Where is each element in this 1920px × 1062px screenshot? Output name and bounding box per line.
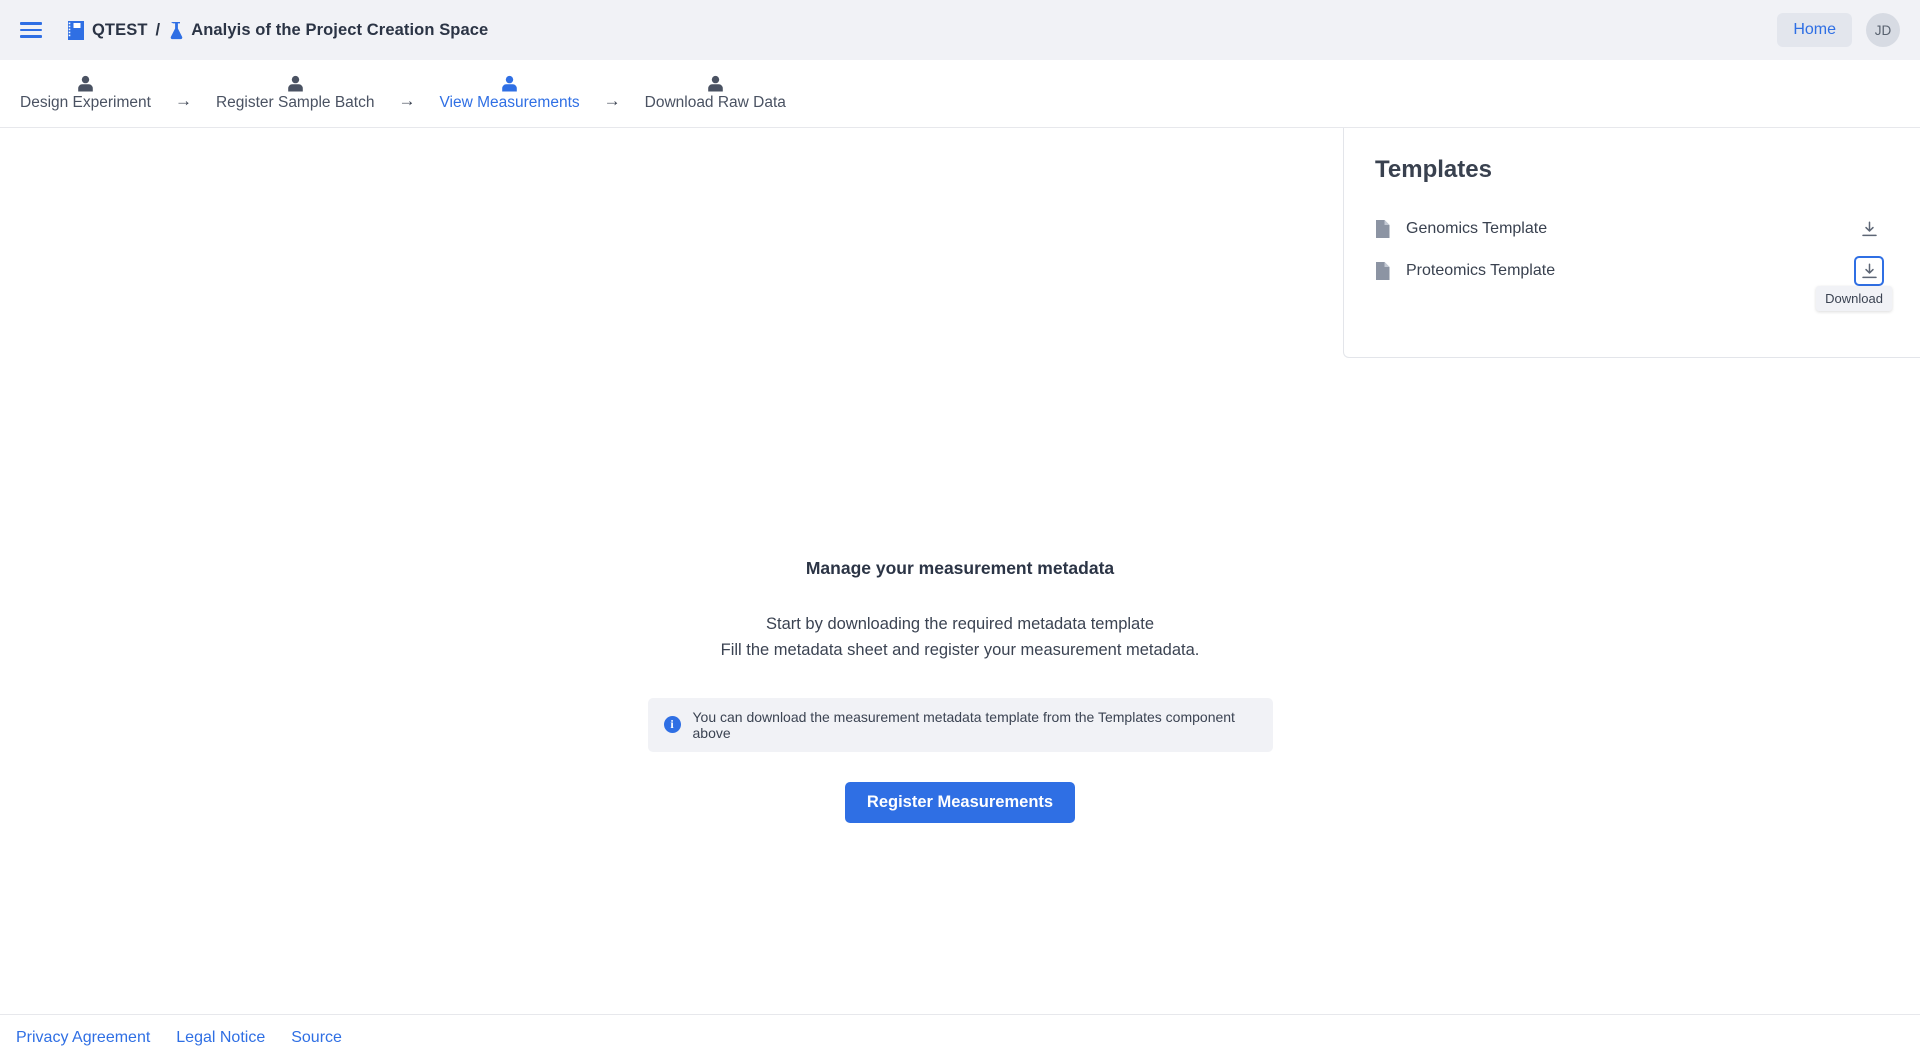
avatar[interactable]: JD xyxy=(1866,13,1900,47)
info-banner: i You can download the measurement metad… xyxy=(648,698,1273,752)
person-icon xyxy=(287,75,304,92)
step-label: Download Raw Data xyxy=(645,94,786,112)
hamburger-bar xyxy=(20,35,42,38)
download-icon[interactable] xyxy=(1854,214,1884,244)
template-row-proteomics: Proteomics Template Download xyxy=(1370,250,1894,292)
step-design-experiment[interactable]: Design Experiment xyxy=(10,75,161,112)
breadcrumb-experiment[interactable]: Analyis of the Project Creation Space xyxy=(168,21,488,40)
hamburger-bar xyxy=(20,22,42,25)
info-icon: i xyxy=(664,716,681,733)
step-download-raw-data[interactable]: Download Raw Data xyxy=(635,75,796,112)
breadcrumb: QTEST / Analyis of the Project Creation … xyxy=(68,21,488,40)
templates-title: Templates xyxy=(1375,156,1894,184)
step-arrow-icon: → xyxy=(161,91,206,111)
home-button[interactable]: Home xyxy=(1777,13,1852,47)
person-icon xyxy=(501,75,518,92)
footer-link-legal-notice[interactable]: Legal Notice xyxy=(176,1029,265,1047)
template-name: Proteomics Template xyxy=(1406,262,1555,280)
template-name: Genomics Template xyxy=(1406,220,1547,238)
header-actions: Home JD xyxy=(1777,13,1900,47)
footer-link-source[interactable]: Source xyxy=(291,1029,342,1047)
breadcrumb-experiment-label: Analyis of the Project Creation Space xyxy=(191,21,488,40)
step-label: View Measurements xyxy=(439,94,579,112)
step-arrow-icon: → xyxy=(590,91,635,111)
flask-icon xyxy=(168,21,183,40)
templates-panel: Templates Genomics Template xyxy=(1343,128,1920,358)
empty-state-description: Start by downloading the required metada… xyxy=(721,611,1200,664)
hamburger-menu-icon[interactable] xyxy=(18,17,44,43)
breadcrumb-project[interactable]: QTEST xyxy=(68,21,148,40)
step-arrow-icon: → xyxy=(384,91,429,111)
breadcrumb-project-label: QTEST xyxy=(92,21,148,40)
person-icon xyxy=(77,75,94,92)
app-header: QTEST / Analyis of the Project Creation … xyxy=(0,0,1920,60)
empty-state-line-2: Fill the metadata sheet and register you… xyxy=(721,637,1200,663)
footer-link-privacy-agreement[interactable]: Privacy Agreement xyxy=(16,1029,150,1047)
main-content: Templates Genomics Template xyxy=(0,128,1920,1014)
notebook-icon xyxy=(68,21,84,40)
download-tooltip: Download xyxy=(1816,286,1892,311)
hamburger-bar xyxy=(20,29,42,32)
info-banner-text: You can download the measurement metadat… xyxy=(693,709,1257,741)
person-icon xyxy=(707,75,724,92)
footer: Privacy Agreement Legal Notice Source xyxy=(0,1014,1920,1061)
step-label: Design Experiment xyxy=(20,94,151,112)
download-icon[interactable] xyxy=(1854,256,1884,286)
document-icon xyxy=(1375,262,1390,280)
step-register-sample-batch[interactable]: Register Sample Batch xyxy=(206,75,385,112)
step-view-measurements[interactable]: View Measurements xyxy=(429,75,589,112)
step-label: Register Sample Batch xyxy=(216,94,375,112)
document-icon xyxy=(1375,220,1390,238)
workflow-stepper: Design Experiment → Register Sample Batc… xyxy=(0,60,1920,128)
register-measurements-button[interactable]: Register Measurements xyxy=(845,782,1075,823)
page-title: Manage your measurement metadata xyxy=(806,558,1114,579)
breadcrumb-separator: / xyxy=(156,21,161,40)
empty-state-line-1: Start by downloading the required metada… xyxy=(721,611,1200,637)
template-row-genomics: Genomics Template xyxy=(1370,208,1894,250)
empty-state: Manage your measurement metadata Start b… xyxy=(0,558,1920,823)
